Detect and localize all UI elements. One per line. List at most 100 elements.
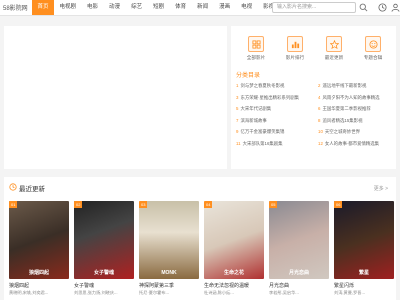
category-panel: 全部影片 影片排行 最近更新 专题合辑 分类目录 1 剑与梦之春夏秋冬影视 2 遥远地… bbox=[231, 26, 396, 169]
category-item[interactable]: 10 天空之城奇妙世界 bbox=[318, 129, 360, 135]
category-label: 王国华夏第二季影视推荐 bbox=[322, 106, 371, 111]
video-title[interactable]: 繁星闪烁 bbox=[334, 282, 394, 289]
poster-badge: 04 bbox=[204, 201, 213, 208]
poster-caption: 生命之花 bbox=[223, 270, 244, 276]
video-card[interactable]: 05 月光恋曲 月光恋曲 李若彤,吴启华... bbox=[269, 201, 329, 296]
nav-item[interactable]: 电视剧 bbox=[54, 0, 82, 15]
video-card[interactable]: 01 狼烟四起 狼烟四起 黄晓明,宋轶,刘奕君... bbox=[9, 201, 69, 296]
poster-caption: 女子警魂 bbox=[93, 270, 114, 276]
nav-item[interactable]: 漫画 bbox=[214, 0, 236, 15]
poster-badge: 06 bbox=[334, 201, 343, 208]
quick-link-label: 专题合辑 bbox=[363, 55, 383, 60]
quick-link-recent[interactable]: 最近更新 bbox=[317, 36, 351, 61]
category-item[interactable]: 12 女人的故事·都市爱情精选集 bbox=[318, 141, 379, 147]
video-cast: 托尼·夏尔霍布... bbox=[139, 290, 170, 295]
category-item[interactable]: 9 亿万千金富豪爆笑集锦 bbox=[236, 129, 284, 135]
category-item[interactable]: 2 遥远地平线下最新影视 bbox=[318, 83, 366, 89]
smile-icon bbox=[365, 36, 381, 52]
category-label: 大宋年代记剧集 bbox=[240, 106, 272, 111]
category-number: 1 bbox=[236, 83, 239, 88]
recent-updates-section: 最近更新 更多 > 01 狼烟四起 狼烟四起 黄晓明,宋轶,刘奕君... 02 女子警魂女… bbox=[4, 177, 396, 300]
poster-caption: 月光恋曲 bbox=[288, 270, 309, 276]
category-number: 10 bbox=[318, 129, 323, 134]
recent-title: 最近更新 bbox=[19, 186, 45, 193]
video-card[interactable]: 06 繁星繁星闪烁 刘涛,黄曼,罗晋... bbox=[334, 201, 394, 296]
clock-icon bbox=[9, 183, 17, 191]
video-cast: 杜诗涵,陈小纭... bbox=[204, 290, 234, 295]
poster-caption: 狼烟四起 bbox=[28, 270, 49, 276]
category-title: 分类目录 bbox=[236, 73, 261, 79]
search-icon[interactable] bbox=[359, 3, 368, 12]
video-title[interactable]: 女子警魂 bbox=[74, 282, 134, 289]
category-item[interactable]: 7 滨海新城故事 bbox=[236, 118, 267, 124]
poster-badge: 02 bbox=[74, 201, 83, 208]
quick-link-topics[interactable]: 专题合辑 bbox=[356, 36, 390, 61]
category-item[interactable]: 6 王国华夏第二季影视推荐 bbox=[318, 106, 371, 112]
category-item[interactable]: 11 大宋部队第16集剧集 bbox=[236, 141, 283, 147]
video-title[interactable]: 神探阿蒙第三季 bbox=[139, 282, 199, 289]
category-label: 东方荣耀·星推出精彩系列剧集 bbox=[240, 94, 299, 100]
banner-area bbox=[4, 26, 227, 169]
category-number: 5 bbox=[236, 106, 239, 111]
poster-image[interactable]: 04 生命之花 bbox=[204, 201, 264, 279]
video-cast: 刘思思,张力扬,刘晓庆... bbox=[74, 290, 118, 295]
category-number: 4 bbox=[318, 94, 321, 100]
chart-icon bbox=[287, 36, 303, 52]
video-cast: 刘涛,黄曼,罗晋... bbox=[334, 290, 365, 295]
category-item[interactable]: 5 大宋年代记剧集 bbox=[236, 106, 271, 112]
video-title[interactable]: 月光恋曲 bbox=[269, 282, 329, 289]
more-link[interactable]: 更多 > bbox=[374, 185, 388, 192]
category-item[interactable]: 3 东方荣耀·星推出精彩系列剧集 bbox=[236, 95, 299, 101]
video-title[interactable]: 狼烟四起 bbox=[9, 282, 69, 289]
nav-item[interactable]: 综艺 bbox=[126, 0, 148, 15]
category-number: 8 bbox=[318, 117, 321, 123]
category-label: 滨海新城故事 bbox=[240, 117, 267, 123]
nav-item[interactable]: 电影 bbox=[82, 0, 104, 15]
category-number: 2 bbox=[318, 83, 321, 88]
category-number: 9 bbox=[236, 129, 239, 134]
nav-item[interactable]: 短剧 bbox=[148, 0, 170, 15]
category-item[interactable]: 1 剑与梦之春夏秋冬影视 bbox=[236, 83, 284, 89]
site-logo[interactable]: 58影院网 bbox=[3, 3, 28, 12]
nav-item[interactable]: 电视 bbox=[236, 0, 258, 15]
poster-image[interactable]: 03 MONK bbox=[139, 201, 199, 279]
quick-link-label: 全部影片 bbox=[246, 55, 266, 60]
poster-image[interactable]: 06 繁星 bbox=[334, 201, 394, 279]
video-title[interactable]: 生命无法忽视的温暖 bbox=[204, 282, 264, 289]
history-icon[interactable] bbox=[378, 3, 387, 12]
video-cast: 李若彤,吴启华... bbox=[269, 290, 299, 295]
category-label: 风雨夕阳不为人知的故事精选 bbox=[322, 94, 380, 100]
video-card[interactable]: 04 生命之花生命无法忽视的温暖 杜诗涵,陈小纭... bbox=[204, 201, 264, 296]
user-icon[interactable] bbox=[391, 3, 400, 12]
category-label: 剑与梦之春夏秋冬影视 bbox=[240, 83, 285, 88]
quick-link-label: 最近更新 bbox=[324, 55, 344, 60]
quick-link-label: 影片排行 bbox=[285, 55, 305, 60]
category-label: 大宋部队第16集剧集 bbox=[242, 140, 283, 146]
quick-link-ranking[interactable]: 影片排行 bbox=[278, 36, 312, 61]
nav-item[interactable]: 体育 bbox=[170, 0, 192, 15]
poster-image[interactable]: 02 女子警魂 bbox=[74, 201, 134, 279]
category-item[interactable]: 8 追风者精选15集影视 bbox=[318, 118, 362, 124]
poster-image[interactable]: 01 狼烟四起 bbox=[9, 201, 69, 279]
nav-item[interactable]: 新闻 bbox=[192, 0, 214, 15]
star-icon bbox=[326, 36, 342, 52]
nav-bar: 首页电视剧电影动漫综艺短剧体育新闻漫画电视影视更多 ▾ bbox=[32, 0, 298, 15]
nav-item[interactable]: 首页 bbox=[32, 0, 55, 15]
poster-badge: 05 bbox=[269, 201, 278, 208]
poster-badge: 01 bbox=[9, 201, 18, 208]
video-card[interactable]: 03 MONK 神探阿蒙第三季 托尼·夏尔霍布... bbox=[139, 201, 199, 296]
category-number: 12 bbox=[318, 140, 323, 146]
category-label: 亿万千金富豪爆笑集锦 bbox=[240, 129, 285, 134]
category-label: 天空之城奇妙世界 bbox=[324, 129, 361, 134]
poster-caption: MONK bbox=[161, 270, 177, 276]
video-card[interactable]: 02 女子警魂 女子警魂 刘思思,张力扬,刘晓庆... bbox=[74, 201, 134, 296]
category-label: 遥远地平线下最新影视 bbox=[322, 83, 367, 88]
video-cast: 黄晓明,宋轶,刘奕君... bbox=[9, 290, 49, 295]
search-input[interactable]: 输入影片名搜索... bbox=[272, 2, 356, 13]
category-number: 11 bbox=[236, 140, 241, 146]
poster-image[interactable]: 05 月光恋曲 bbox=[269, 201, 329, 279]
nav-item[interactable]: 动漫 bbox=[104, 0, 126, 15]
category-number: 6 bbox=[318, 106, 321, 111]
quick-link-all[interactable]: 全部影片 bbox=[239, 36, 273, 61]
category-item[interactable]: 4 风雨夕阳不为人知的故事精选 bbox=[318, 95, 380, 101]
